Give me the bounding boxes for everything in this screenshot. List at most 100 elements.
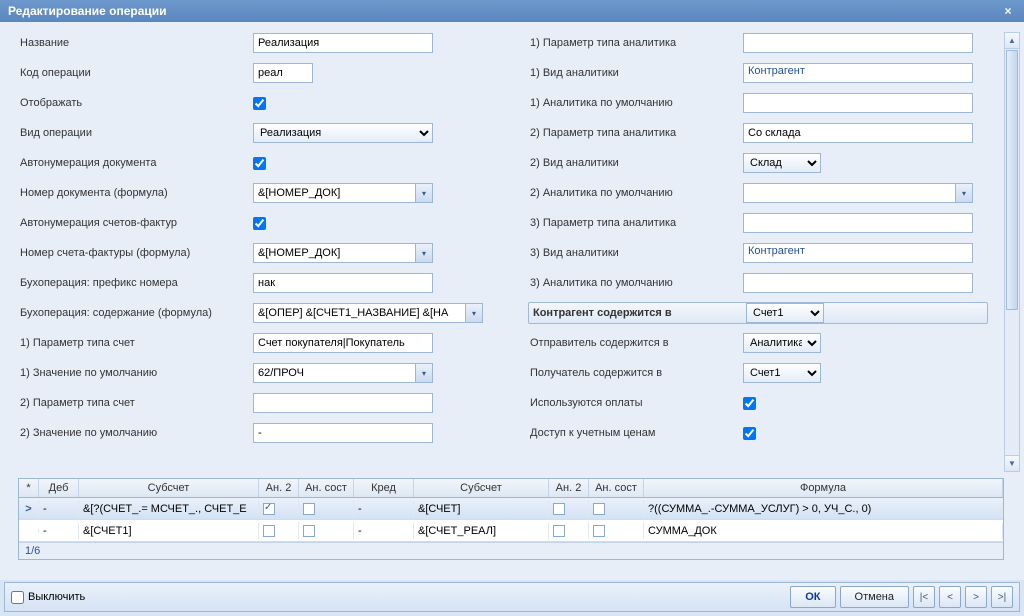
- right-input-8[interactable]: [743, 273, 973, 293]
- left-input-9[interactable]: [253, 303, 465, 323]
- cell-kred: -: [354, 501, 414, 517]
- right-row-11: Получатель содержится вСчет1: [528, 362, 988, 384]
- left-checkbox-4[interactable]: [253, 157, 266, 170]
- left-row-5: Номер документа (формула) ▾: [18, 182, 498, 204]
- nav-first-icon[interactable]: |<: [913, 586, 935, 608]
- cell-an2b: [549, 500, 589, 516]
- left-select-3[interactable]: Реализация: [253, 123, 433, 143]
- grid-checkbox[interactable]: [303, 525, 315, 537]
- right-readonly-7[interactable]: Контрагент: [743, 243, 973, 263]
- grid-header: * Деб Субсчет Ан. 2 Ан. сост Кред Субсче…: [19, 479, 1003, 498]
- col-an2-2[interactable]: Ан. 2: [549, 479, 589, 497]
- right-label-11: Получатель содержится в: [528, 367, 743, 379]
- disable-label: Выключить: [28, 591, 85, 603]
- left-checkbox-2[interactable]: [253, 97, 266, 110]
- col-deb[interactable]: Деб: [39, 479, 79, 497]
- vertical-scrollbar[interactable]: ▲ ▼: [1004, 32, 1020, 472]
- left-row-11: 1) Значение по умолчанию▾: [18, 362, 498, 384]
- left-label-7: Номер счета-фактуры (формула): [18, 247, 253, 259]
- nav-prev-icon[interactable]: <: [939, 586, 961, 608]
- right-dropdown-5: ▾: [743, 183, 973, 203]
- row-marker: [19, 529, 39, 533]
- chevron-down-icon[interactable]: ▾: [465, 303, 483, 323]
- right-checkbox-13[interactable]: [743, 427, 756, 440]
- disable-checkbox[interactable]: [11, 591, 24, 604]
- table-row[interactable]: -&[СЧЕТ1]-&[СЧЕТ_РЕАЛ]СУММА_ДОК: [19, 520, 1003, 542]
- grid-checkbox[interactable]: [263, 525, 275, 537]
- right-label-7: 3) Вид аналитики: [528, 247, 743, 259]
- left-dropdown-7: ▾: [253, 243, 433, 263]
- right-input-6[interactable]: [743, 213, 973, 233]
- col-ansost-1[interactable]: Ан. сост: [299, 479, 354, 497]
- right-row-5: 2) Аналитика по умолчанию▾: [528, 182, 988, 204]
- grid-checkbox[interactable]: [593, 525, 605, 537]
- left-label-5: Номер документа (формула): [18, 187, 253, 199]
- col-formula[interactable]: Формула: [644, 479, 1003, 497]
- left-input-11[interactable]: [253, 363, 415, 383]
- col-subaccount-2[interactable]: Субсчет: [414, 479, 549, 497]
- left-row-7: Номер счета-фактуры (формула) ▾: [18, 242, 498, 264]
- grid-checkbox[interactable]: [553, 503, 565, 515]
- right-label-8: 3) Аналитика по умолчанию: [528, 277, 743, 289]
- cell-deb: -: [39, 523, 79, 539]
- right-input-5[interactable]: [743, 183, 955, 203]
- left-row-6: Автонумерация счетов-фактур: [18, 212, 498, 234]
- right-label-12: Используются оплаты: [528, 397, 743, 409]
- grid-checkbox[interactable]: [553, 525, 565, 537]
- right-row-0: 1) Параметр типа аналитика: [528, 32, 988, 54]
- scroll-thumb[interactable]: [1006, 50, 1018, 310]
- left-input-12[interactable]: [253, 393, 433, 413]
- right-input-0[interactable]: [743, 33, 973, 53]
- close-icon[interactable]: ×: [1000, 3, 1016, 19]
- right-select-10[interactable]: Аналитика 2: [743, 333, 821, 353]
- col-ansost-2[interactable]: Ан. сост: [589, 479, 644, 497]
- nav-next-icon[interactable]: >: [965, 586, 987, 608]
- left-row-2: Отображать: [18, 92, 498, 114]
- ok-button[interactable]: ОК: [790, 586, 835, 608]
- right-row-8: 3) Аналитика по умолчанию: [528, 272, 988, 294]
- left-checkbox-6[interactable]: [253, 217, 266, 230]
- right-select-4[interactable]: Склад: [743, 153, 821, 173]
- left-label-6: Автонумерация счетов-фактур: [18, 217, 253, 229]
- cancel-button[interactable]: Отмена: [840, 586, 909, 608]
- left-input-10[interactable]: [253, 333, 433, 353]
- operation-edit-window: Редактирование операции × НазваниеКод оп…: [0, 0, 1024, 616]
- chevron-down-icon[interactable]: ▾: [415, 183, 433, 203]
- right-row-13: Доступ к учетным ценам: [528, 422, 988, 444]
- scroll-up-icon[interactable]: ▲: [1005, 33, 1019, 49]
- scroll-down-icon[interactable]: ▼: [1005, 455, 1019, 471]
- content-area: НазваниеКод операцииОтображатьВид операц…: [0, 22, 1024, 580]
- nav-last-icon[interactable]: >|: [991, 586, 1013, 608]
- right-input-2[interactable]: [743, 93, 973, 113]
- right-label-0: 1) Параметр типа аналитика: [528, 37, 743, 49]
- right-select-9[interactable]: Счет1: [746, 303, 824, 323]
- right-readonly-1[interactable]: Контрагент: [743, 63, 973, 83]
- chevron-down-icon[interactable]: ▾: [415, 243, 433, 263]
- left-input-0[interactable]: [253, 33, 433, 53]
- right-input-3[interactable]: [743, 123, 973, 143]
- grid-checkbox[interactable]: [303, 503, 315, 515]
- left-input-13[interactable]: [253, 423, 433, 443]
- right-select-11[interactable]: Счет1: [743, 363, 821, 383]
- grid-checkbox[interactable]: [263, 503, 275, 515]
- right-checkbox-12[interactable]: [743, 397, 756, 410]
- chevron-down-icon[interactable]: ▾: [415, 363, 433, 383]
- right-row-3: 2) Параметр типа аналитика: [528, 122, 988, 144]
- right-row-7: 3) Вид аналитикиКонтрагент: [528, 242, 988, 264]
- col-an2-1[interactable]: Ан. 2: [259, 479, 299, 497]
- grid-pager[interactable]: 1/6: [19, 542, 1003, 559]
- left-input-8[interactable]: [253, 273, 433, 293]
- left-input-7[interactable]: [253, 243, 415, 263]
- col-star[interactable]: *: [19, 479, 39, 497]
- col-kred[interactable]: Кред: [354, 479, 414, 497]
- left-input-5[interactable]: [253, 183, 415, 203]
- table-row[interactable]: >-&[?(СЧЕТ_.= МСЧЕТ_., СЧЕТ_Е-&[СЧЕТ]?((…: [19, 498, 1003, 520]
- cell-formula: ?((СУММА_.-СУММА_УСЛУГ) > 0, УЧ_С., 0): [644, 501, 1003, 517]
- grid-checkbox[interactable]: [593, 503, 605, 515]
- left-dropdown-5: ▾: [253, 183, 433, 203]
- right-column: 1) Параметр типа аналитика1) Вид аналити…: [528, 32, 988, 472]
- col-subaccount-1[interactable]: Субсчет: [79, 479, 259, 497]
- left-input-1[interactable]: [253, 63, 313, 83]
- cell-ansost1: [299, 522, 354, 538]
- chevron-down-icon[interactable]: ▾: [955, 183, 973, 203]
